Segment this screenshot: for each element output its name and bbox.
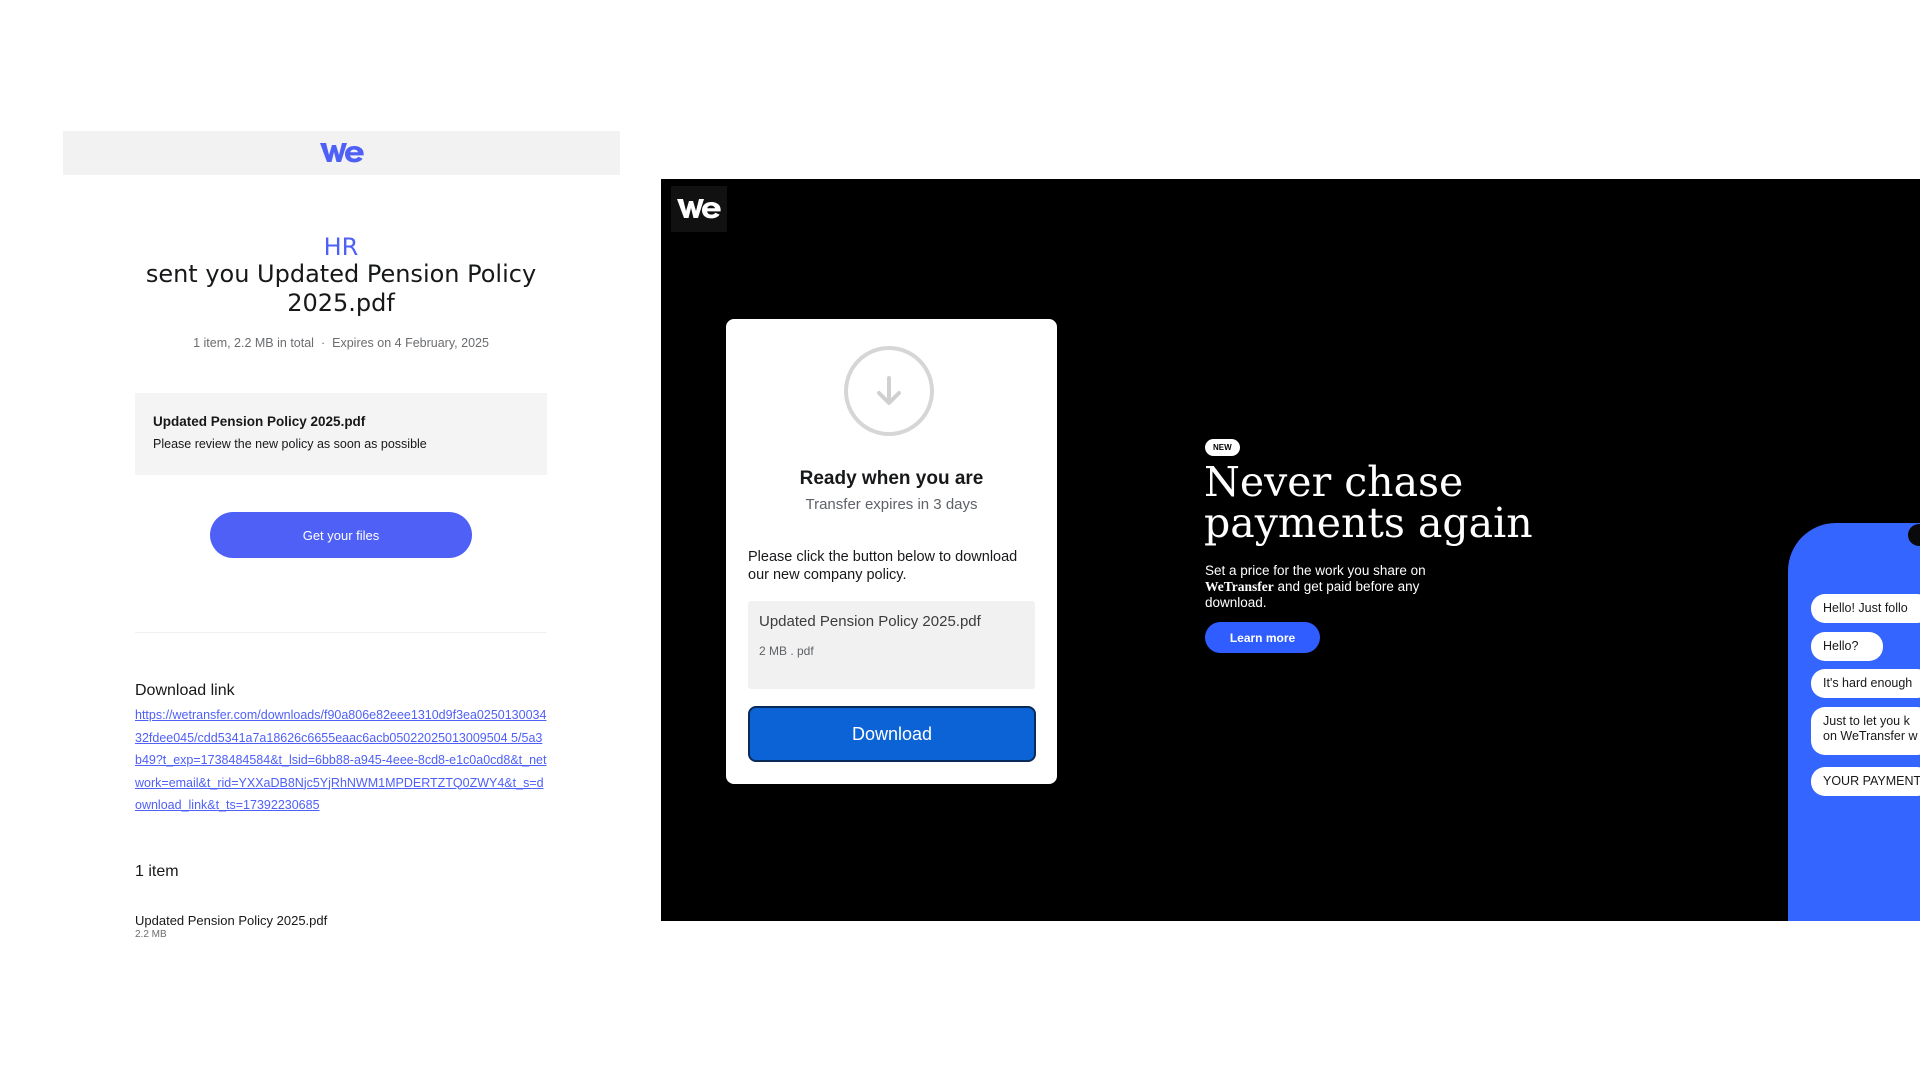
get-your-files-button[interactable]: Get your files bbox=[210, 512, 472, 558]
download-button[interactable]: Download bbox=[748, 706, 1036, 762]
item-size: 2.2 MB bbox=[135, 929, 167, 940]
ad-subtitle: Set a price for the work you share on We… bbox=[1205, 563, 1450, 611]
chat-bubble-line: on WeTransfer w bbox=[1823, 729, 1918, 743]
card-file-item: Updated Pension Policy 2025.pdf 2 MB . p… bbox=[748, 601, 1035, 689]
item-name: Updated Pension Policy 2025.pdf bbox=[135, 913, 328, 928]
ad-subtitle-pre: Set a price for the work you share on bbox=[1205, 563, 1426, 578]
email-headline: sent you Updated Pension Policy 2025.pdf bbox=[145, 260, 537, 317]
card-file-meta: 2 MB . pdf bbox=[759, 644, 814, 658]
card-message: Please click the button below to downloa… bbox=[748, 549, 1018, 583]
wetransfer-logo-icon bbox=[677, 199, 721, 219]
download-link-title: Download link bbox=[135, 682, 235, 699]
transfer-meta: 1 item, 2.2 MB in total · Expires on 4 Feb… bbox=[135, 336, 547, 350]
items-title: 1 item bbox=[135, 863, 179, 880]
chat-bubble: Hello? bbox=[1811, 632, 1883, 661]
file-summary-name: Updated Pension Policy 2025.pdf bbox=[153, 414, 366, 429]
download-arrow-icon bbox=[844, 346, 934, 436]
email-header bbox=[63, 131, 620, 175]
download-page-logo[interactable] bbox=[671, 186, 727, 232]
chat-bubble: It's hard enough bbox=[1811, 669, 1920, 698]
chat-bubble-line: Just to let you k bbox=[1823, 714, 1910, 728]
ad-subtitle-brand: WeTransfer bbox=[1205, 579, 1274, 594]
divider bbox=[135, 632, 547, 633]
file-summary-box: Updated Pension Policy 2025.pdf Please r… bbox=[135, 393, 547, 475]
chat-bubble: Hello! Just follo bbox=[1811, 594, 1920, 623]
download-card: Ready when you are Transfer expires in 3… bbox=[726, 319, 1057, 784]
download-page: Ready when you are Transfer expires in 3… bbox=[661, 179, 1920, 921]
learn-more-button[interactable]: Learn more bbox=[1205, 622, 1320, 653]
transfer-size: 1 item, 2.2 MB in total bbox=[193, 336, 314, 350]
file-summary-message: Please review the new policy as soon as … bbox=[153, 437, 427, 451]
ad-title: Never chase payments again bbox=[1204, 458, 1533, 547]
card-file-name: Updated Pension Policy 2025.pdf bbox=[759, 613, 981, 630]
sender-name: HR bbox=[323, 233, 359, 261]
meta-separator: · bbox=[320, 336, 326, 350]
card-expiry: Transfer expires in 3 days bbox=[805, 496, 978, 513]
chat-bubble-multiline: Just to let you k on WeTransfer w bbox=[1811, 707, 1920, 755]
wetransfer-logo-icon bbox=[319, 143, 364, 163]
new-badge: NEW bbox=[1205, 439, 1240, 456]
download-link[interactable]: https://wetransfer.com/downloads/f90a806… bbox=[135, 704, 547, 817]
chat-bubble: YOUR PAYMENT bbox=[1811, 767, 1920, 796]
card-title: Ready when you are bbox=[799, 468, 984, 489]
transfer-expiry: Expires on 4 February, 2025 bbox=[332, 336, 489, 350]
